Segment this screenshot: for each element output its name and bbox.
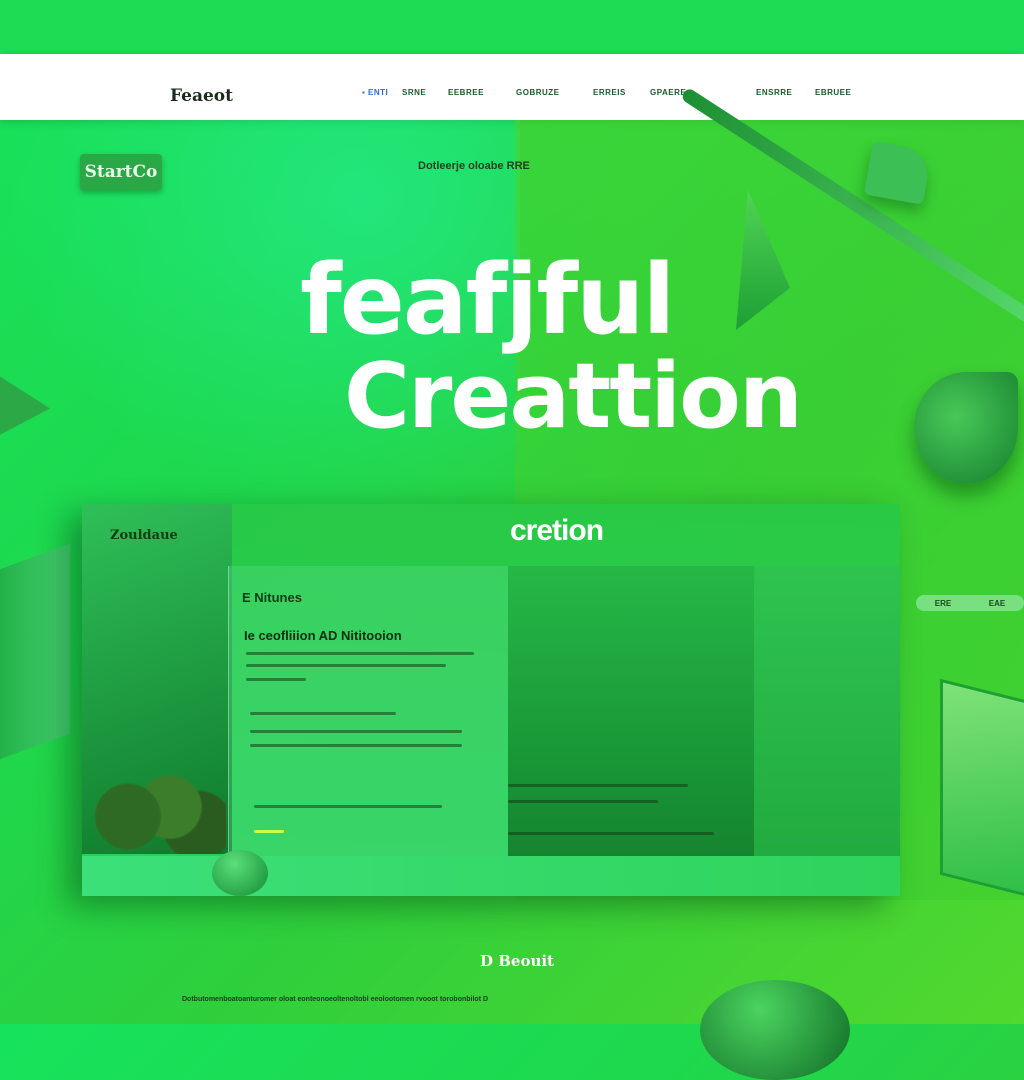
decorative-right-slab [940,678,1024,898]
hero-title: feafjful Creattion [300,244,803,449]
nav-item-3[interactable]: EEBREE [448,88,484,97]
footer-text: Dotbutomenboatoanturomer oloat eonteonoe… [182,996,489,1003]
text-line [250,744,462,747]
card-side-panel [754,566,900,856]
text-line [250,730,462,733]
text-line [508,800,658,803]
text-line [508,832,714,835]
decorative-sphere [700,980,850,1080]
nav-item-5[interactable]: ERREIS [593,88,626,97]
nav-item-4[interactable]: GOBRUZE [516,88,560,97]
text-line [246,652,474,655]
site-logo[interactable]: Feaeot [170,86,233,106]
card-subheading: E Nitunes [242,590,302,605]
text-line [246,664,446,667]
nav-item-8[interactable]: EBRUEE [815,88,851,97]
hero-title-line-2: Creattion [344,344,803,449]
card-image-dark-panel [508,566,754,856]
nav-item-6[interactable]: GPAERE [650,88,686,97]
card-title: Ie ceofliiion AD Nititooion [244,628,402,643]
card-top-label: Zouldaue [110,528,178,543]
nav-item-2[interactable]: SRNE [402,88,426,97]
decorative-bubble [212,850,268,896]
pill-right-label: EAE [988,598,1006,608]
text-line [508,784,688,787]
footer-logo[interactable]: D Beouit [480,952,554,970]
card-footer-strip [82,856,900,896]
decorative-bowl-shape [914,372,1018,484]
hero-tagline: Dotleerje oloabe RRE [418,160,530,172]
navbar [0,54,1024,120]
start-badge[interactable]: StartCo [80,154,162,190]
tag-pill[interactable]: ERE EAE [916,595,1024,611]
text-line [254,805,442,808]
tree-image [86,760,226,854]
decorative-left-slab [0,543,70,767]
text-line [246,678,306,681]
card-heading: cretion [510,514,604,547]
text-line-highlight [254,830,284,833]
card-text-panel [228,566,509,856]
nav-item-7[interactable]: ENSRRE [756,88,792,97]
nav-item-1[interactable]: ▪ ENTI [362,88,388,97]
pill-left-label: ERE [934,598,952,608]
hero-title-line-1: feafjful [300,244,675,356]
top-band [0,0,1024,54]
text-line [250,712,396,715]
